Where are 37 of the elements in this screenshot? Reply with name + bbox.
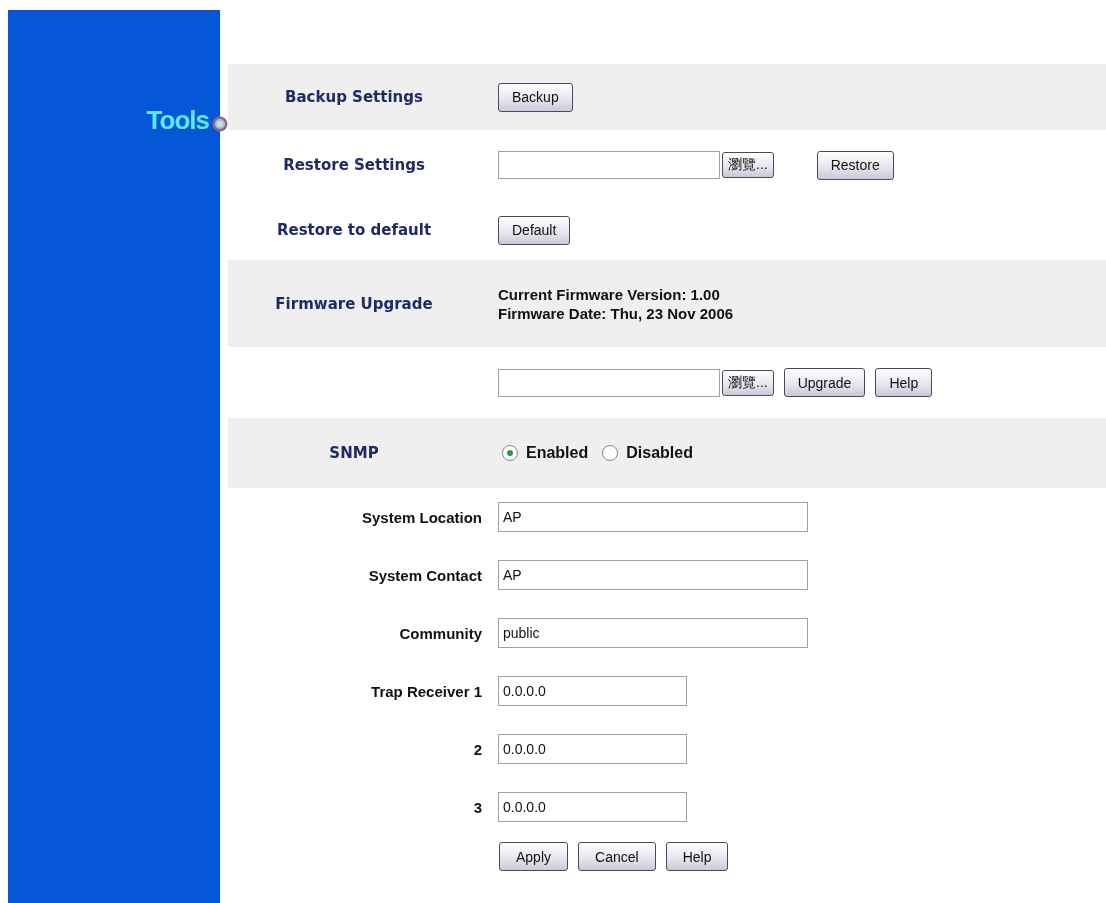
file-path-field[interactable] xyxy=(498,151,720,179)
text-field[interactable]: AP xyxy=(498,502,808,532)
text-field[interactable]: 0.0.0.0 xyxy=(498,676,687,706)
setting-label: Firmware Upgrade xyxy=(274,294,434,313)
help-button[interactable]: Help xyxy=(875,368,933,397)
field-label: System Location xyxy=(360,508,482,526)
upgrade-button[interactable]: Upgrade xyxy=(783,368,866,397)
setting-label: Restore Settings xyxy=(282,156,426,174)
text-field[interactable]: public xyxy=(498,618,808,648)
field-label: 3 xyxy=(472,798,482,816)
setting-label: SNMP xyxy=(328,444,380,462)
firmware-date: Firmware Date: Thu, 23 Nov 2006 xyxy=(498,303,734,323)
radio-option[interactable]: Enabled xyxy=(502,444,589,462)
browse-button[interactable]: 瀏覽... xyxy=(722,369,774,396)
bullet-icon xyxy=(212,115,228,132)
radio-button[interactable] xyxy=(502,445,518,461)
help-button[interactable]: Help xyxy=(665,842,729,871)
text-field[interactable]: 0.0.0.0 xyxy=(498,792,687,822)
setting-label: Restore to default xyxy=(275,221,433,239)
sidebar-title: Tools xyxy=(146,105,209,136)
cancel-button[interactable]: Cancel xyxy=(578,842,656,871)
field-label: Community xyxy=(398,624,482,642)
browse-button[interactable]: 瀏覽... xyxy=(722,152,774,178)
radio-button[interactable] xyxy=(602,445,619,461)
field-label: System Contact xyxy=(367,566,482,584)
firmware-version: Current Firmware Version: 1.00 xyxy=(498,284,721,304)
file-path-field[interactable] xyxy=(498,368,720,397)
text-field[interactable]: AP xyxy=(498,560,808,590)
field-label: 2 xyxy=(472,740,482,758)
default-button[interactable]: Default xyxy=(498,215,571,245)
radio-option[interactable]: Disabled xyxy=(602,444,693,462)
setting-label: Backup Settings xyxy=(284,88,424,106)
restore-button[interactable]: Restore xyxy=(816,150,894,180)
field-label: Trap Receiver 1 xyxy=(370,682,482,700)
text-field[interactable]: 0.0.0.0 xyxy=(498,734,687,764)
apply-button[interactable]: Apply xyxy=(499,842,569,871)
backup-button[interactable]: Backup xyxy=(498,82,573,112)
